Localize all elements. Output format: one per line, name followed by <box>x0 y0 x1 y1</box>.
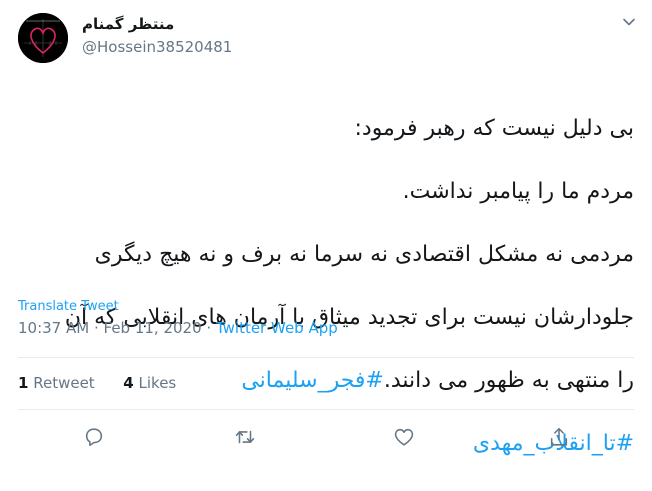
tweet-meta: 10:37 AM · Feb 11, 2020 · Twitter Web Ap… <box>18 319 338 337</box>
likes-label: Likes <box>138 374 177 392</box>
display-name[interactable]: منتظر گمنام <box>82 15 174 33</box>
likes-count: 4 <box>123 374 134 392</box>
share-button[interactable] <box>548 426 570 448</box>
tweet-line: مردم ما را پیامبر نداشت. <box>402 178 634 204</box>
tweet-line-text: را منتهی به ظهور می دانند. <box>383 367 634 393</box>
like-button[interactable] <box>393 426 415 448</box>
avatar[interactable] <box>18 13 68 63</box>
chevron-down-icon[interactable] <box>622 14 636 28</box>
likes-stat[interactable]: 4 Likes <box>123 374 176 392</box>
reply-icon <box>85 428 103 447</box>
share-icon <box>550 427 568 446</box>
reply-button[interactable] <box>83 426 105 448</box>
tweet-date[interactable]: Feb 11, 2020 <box>104 319 202 337</box>
meta-separator: · <box>201 319 216 337</box>
tweet-line: مردمی نه مشکل اقتصادی نه سرما نه برف و ن… <box>94 241 634 267</box>
tweet-line: بی دلیل نیست که رهبر فرمود: <box>354 115 634 141</box>
retweets-stat[interactable]: 1 Retweet <box>18 374 95 392</box>
tweet-text: بی دلیل نیست که رهبر فرمود: مردم ما را پ… <box>18 81 634 491</box>
retweet-icon <box>235 430 255 444</box>
tweet-stats: 1 Retweet 4 Likes <box>18 374 176 392</box>
tweet-line: #تا_انقلاب_مهدی <box>18 428 634 460</box>
heart-chart-avatar-icon <box>18 13 68 63</box>
tweet-source-link[interactable]: Twitter Web App <box>216 319 338 337</box>
meta-separator: · <box>89 319 104 337</box>
divider <box>18 357 634 358</box>
retweet-button[interactable] <box>234 426 256 448</box>
retweets-count: 1 <box>18 374 29 392</box>
hashtag-link[interactable]: #فجر_سلیمانی <box>241 368 384 393</box>
divider <box>18 409 634 410</box>
user-handle[interactable]: @Hossein38520481 <box>82 38 232 56</box>
retweets-label: Retweet <box>33 374 95 392</box>
translate-tweet-link[interactable]: Translate Tweet <box>18 299 119 314</box>
tweet-time[interactable]: 10:37 AM <box>18 319 89 337</box>
like-icon <box>394 428 414 446</box>
